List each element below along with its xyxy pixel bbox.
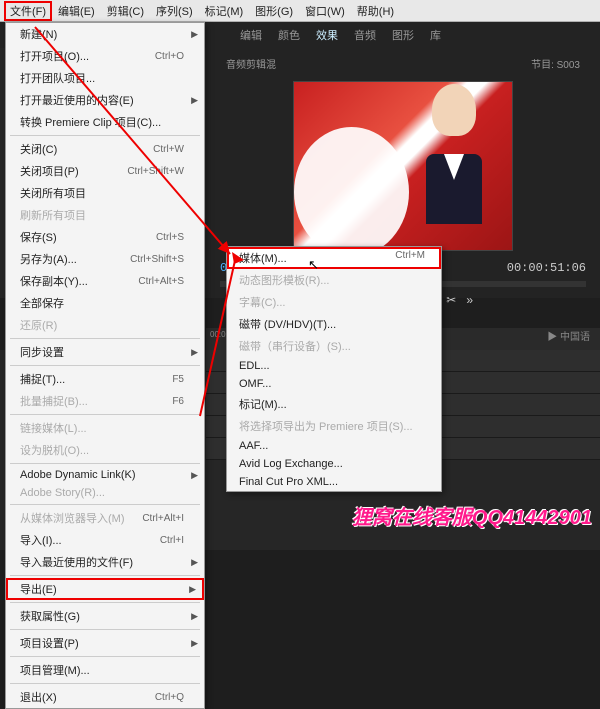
submenu-arrow-icon: ▶ [191, 557, 198, 568]
menu-item[interactable]: 打开团队项目... [6, 67, 204, 89]
menu-edit[interactable]: 编辑(E) [52, 1, 101, 21]
menu-item[interactable]: Adobe Dynamic Link(K)▶ [6, 466, 204, 484]
file-menu-dropdown: 新建(N)▶打开项目(O)...Ctrl+O打开团队项目...打开最近使用的内容… [5, 22, 205, 709]
menu-item[interactable]: 新建(N)▶ [6, 23, 204, 45]
menu-item: 从媒体浏览器导入(M)Ctrl+Alt+I [6, 507, 204, 529]
more-icon[interactable]: » [466, 293, 473, 307]
menu-sequence[interactable]: 序列(S) [150, 1, 199, 21]
program-video[interactable] [293, 81, 513, 251]
menubar: 文件(F) 编辑(E) 剪辑(C) 序列(S) 标记(M) 图形(G) 窗口(W… [0, 0, 600, 22]
export-submenu: 媒体(M)...Ctrl+M动态图形模板(R)...字幕(C)...磁带 (DV… [226, 246, 442, 492]
menu-clip[interactable]: 剪辑(C) [101, 1, 150, 21]
menu-item: 刷新所有项目 [6, 204, 204, 226]
menu-item: 设为脱机(O)... [6, 439, 204, 461]
menu-item[interactable]: 另存为(A)...Ctrl+Shift+S [6, 248, 204, 270]
menu-item[interactable]: 项目管理(M)... [6, 659, 204, 681]
menu-item[interactable]: 保存(S)Ctrl+S [6, 226, 204, 248]
submenu-item: 字幕(C)... [227, 291, 441, 313]
submenu-arrow-icon: ▶ [191, 611, 198, 622]
menu-graphics[interactable]: 图形(G) [249, 1, 299, 21]
menu-item[interactable]: 关闭项目(P)Ctrl+Shift+W [6, 160, 204, 182]
menu-item: 链接媒体(L)... [6, 417, 204, 439]
menu-item: 批量捕捉(B)...F6 [6, 390, 204, 412]
menu-item[interactable]: 打开最近使用的内容(E)▶ [6, 89, 204, 111]
menu-item[interactable]: 捕捉(T)...F5 [6, 368, 204, 390]
submenu-item[interactable]: 媒体(M)...Ctrl+M [227, 247, 441, 269]
menu-item[interactable]: 转换 Premiere Clip 项目(C)... [6, 111, 204, 133]
menu-item[interactable]: 全部保存 [6, 292, 204, 314]
submenu-item: 将选择项导出为 Premiere 项目(S)... [227, 415, 441, 437]
menu-marker[interactable]: 标记(M) [199, 1, 250, 21]
submenu-item[interactable]: Final Cut Pro XML... [227, 473, 441, 491]
submenu-item: 磁带（串行设备）(S)... [227, 335, 441, 357]
tab-audio[interactable]: 音频 [354, 27, 376, 43]
audio-mixer-label: 音频剪辑混 [218, 52, 284, 75]
lift-icon[interactable]: ✂ [446, 293, 456, 307]
tab-edit[interactable]: 编辑 [240, 27, 262, 43]
menu-item[interactable]: 项目设置(P)▶ [6, 632, 204, 654]
submenu-item[interactable]: EDL... [227, 357, 441, 375]
submenu-item[interactable]: Avid Log Exchange... [227, 455, 441, 473]
menu-item[interactable]: 关闭(C)Ctrl+W [6, 138, 204, 160]
menu-item: 还原(R) [6, 314, 204, 336]
tab-library[interactable]: 库 [430, 27, 441, 43]
submenu-arrow-icon: ▶ [191, 29, 198, 40]
menu-file[interactable]: 文件(F) [4, 1, 52, 21]
menu-item[interactable]: 导入最近使用的文件(F)▶ [6, 551, 204, 573]
menu-item[interactable]: 导入(I)...Ctrl+I [6, 529, 204, 551]
tab-effects[interactable]: 效果 [316, 27, 338, 43]
timecode-duration: 00:00:51:06 [507, 261, 586, 275]
menu-item[interactable]: 导出(E)▶ [6, 578, 204, 600]
menu-help[interactable]: 帮助(H) [351, 1, 400, 21]
submenu-arrow-icon: ▶ [191, 470, 198, 481]
submenu-item[interactable]: 标记(M)... [227, 393, 441, 415]
program-label: 节目: S003 [523, 52, 588, 75]
menu-item[interactable]: 打开项目(O)...Ctrl+O [6, 45, 204, 67]
menu-item[interactable]: 同步设置▶ [6, 341, 204, 363]
submenu-item[interactable]: AAF... [227, 437, 441, 455]
submenu-item[interactable]: OMF... [227, 375, 441, 393]
submenu-arrow-icon: ▶ [191, 95, 198, 106]
submenu-arrow-icon: ▶ [191, 638, 198, 649]
menu-item: Adobe Story(R)... [6, 484, 204, 502]
menu-window[interactable]: 窗口(W) [299, 1, 351, 21]
ime-indicator: ▶ 中国语 [547, 328, 590, 343]
tab-color[interactable]: 颜色 [278, 27, 300, 43]
menu-item[interactable]: 保存副本(Y)...Ctrl+Alt+S [6, 270, 204, 292]
submenu-item: 动态图形模板(R)... [227, 269, 441, 291]
menu-item[interactable]: 获取属性(G)▶ [6, 605, 204, 627]
submenu-arrow-icon: ▶ [191, 347, 198, 358]
menu-item[interactable]: 关闭所有项目 [6, 182, 204, 204]
watermark-text: 狸窝在线客服QQ41442901 [352, 501, 592, 530]
submenu-arrow-icon: ▶ [189, 584, 196, 595]
submenu-item[interactable]: 磁带 (DV/HDV)(T)... [227, 313, 441, 335]
tab-graphics[interactable]: 图形 [392, 27, 414, 43]
menu-item[interactable]: 退出(X)Ctrl+Q [6, 686, 204, 708]
